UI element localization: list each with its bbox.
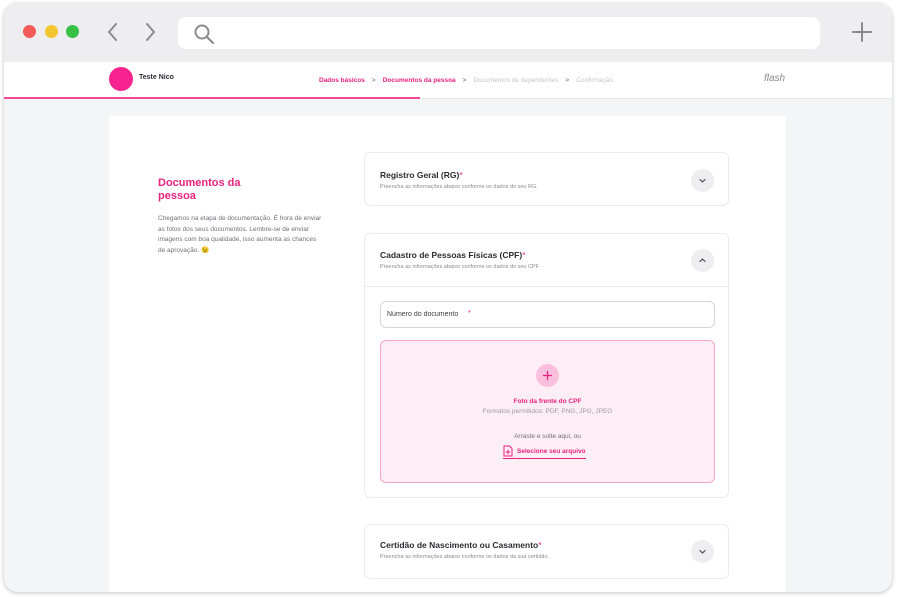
step-dados-basicos[interactable]: Dados básicos <box>319 77 365 84</box>
collapse-cpf-button[interactable] <box>691 249 714 272</box>
maximize-window-button[interactable] <box>66 25 79 38</box>
select-file-button[interactable]: Selecione seu arquivo <box>503 445 586 459</box>
dropzone-formats: Formatos permitidos: PDF, PNG, JPG, JPEG <box>482 408 613 415</box>
step-separator: > <box>371 76 376 84</box>
brand-logo: flash <box>764 73 786 84</box>
section-cpf[interactable]: Cadastro de Pessoas Físicas (CPF)* Preen… <box>364 233 729 498</box>
step-documentos-dependentes: Documentos de dependentes <box>473 76 559 84</box>
section-title: Certidão de Nascimento ou Casamento* <box>380 540 542 550</box>
browser-toolbar <box>4 3 892 62</box>
section-subtitle: Preencha as informações abaixo conforme … <box>380 264 539 270</box>
dropzone-title: Foto da frente do CPF <box>513 398 582 405</box>
section-rg[interactable]: Registro Geral (RG)* Preencha as informa… <box>364 152 729 206</box>
section-title: Cadastro de Pessoas Físicas (CPF)* <box>380 250 526 260</box>
required-mark: * <box>538 540 542 550</box>
section-title: Registro Geral (RG)* <box>380 170 463 180</box>
user-name: Teste Nico <box>139 74 174 81</box>
chevron-right-icon[interactable] <box>140 20 160 44</box>
chevron-left-icon[interactable] <box>103 20 123 44</box>
dropzone-drag-text: Arraste e solte aqui, ou <box>514 433 581 440</box>
avatar[interactable] <box>109 67 133 91</box>
required-mark: * <box>459 170 463 180</box>
expand-certidao-button[interactable] <box>691 540 714 563</box>
file-dropzone[interactable]: Foto da frente do CPF Formatos permitido… <box>380 340 715 483</box>
step-separator: > <box>565 76 570 84</box>
section-subtitle: Preencha as informações abaixo conforme … <box>380 184 538 190</box>
chevron-up-icon <box>699 258 706 263</box>
required-mark: * <box>468 310 471 317</box>
progress-bar <box>4 97 420 99</box>
plus-icon <box>542 370 553 381</box>
chevron-down-icon <box>699 549 706 554</box>
chevron-down-icon <box>699 178 706 183</box>
address-bar[interactable] <box>178 17 820 49</box>
required-mark: * <box>522 250 526 260</box>
step-breadcrumb: Dados básicos > Documentos da pessoa > D… <box>319 75 613 85</box>
file-plus-icon <box>503 445 513 457</box>
step-documentos-pessoa[interactable]: Documentos da pessoa <box>383 77 456 84</box>
add-file-button[interactable] <box>536 364 559 387</box>
plus-icon[interactable] <box>849 19 875 45</box>
search-icon <box>193 23 215 45</box>
close-window-button[interactable] <box>23 25 36 38</box>
minimize-window-button[interactable] <box>45 25 58 38</box>
section-certidao[interactable]: Certidão de Nascimento ou Casamento* Pre… <box>364 524 729 579</box>
select-file-label: Selecione seu arquivo <box>517 447 586 455</box>
section-subtitle: Preencha as informações abaixo conforme … <box>380 554 550 560</box>
page-title: Documentos da pessoa <box>158 177 241 202</box>
step-separator: > <box>462 76 467 84</box>
section-divider <box>365 286 728 287</box>
document-number-field[interactable] <box>380 301 715 328</box>
page-description: Chegamos na etapa de documentação. É hor… <box>158 215 322 254</box>
expand-rg-button[interactable] <box>691 169 714 192</box>
step-confirmacao: Confirmação <box>576 76 614 84</box>
